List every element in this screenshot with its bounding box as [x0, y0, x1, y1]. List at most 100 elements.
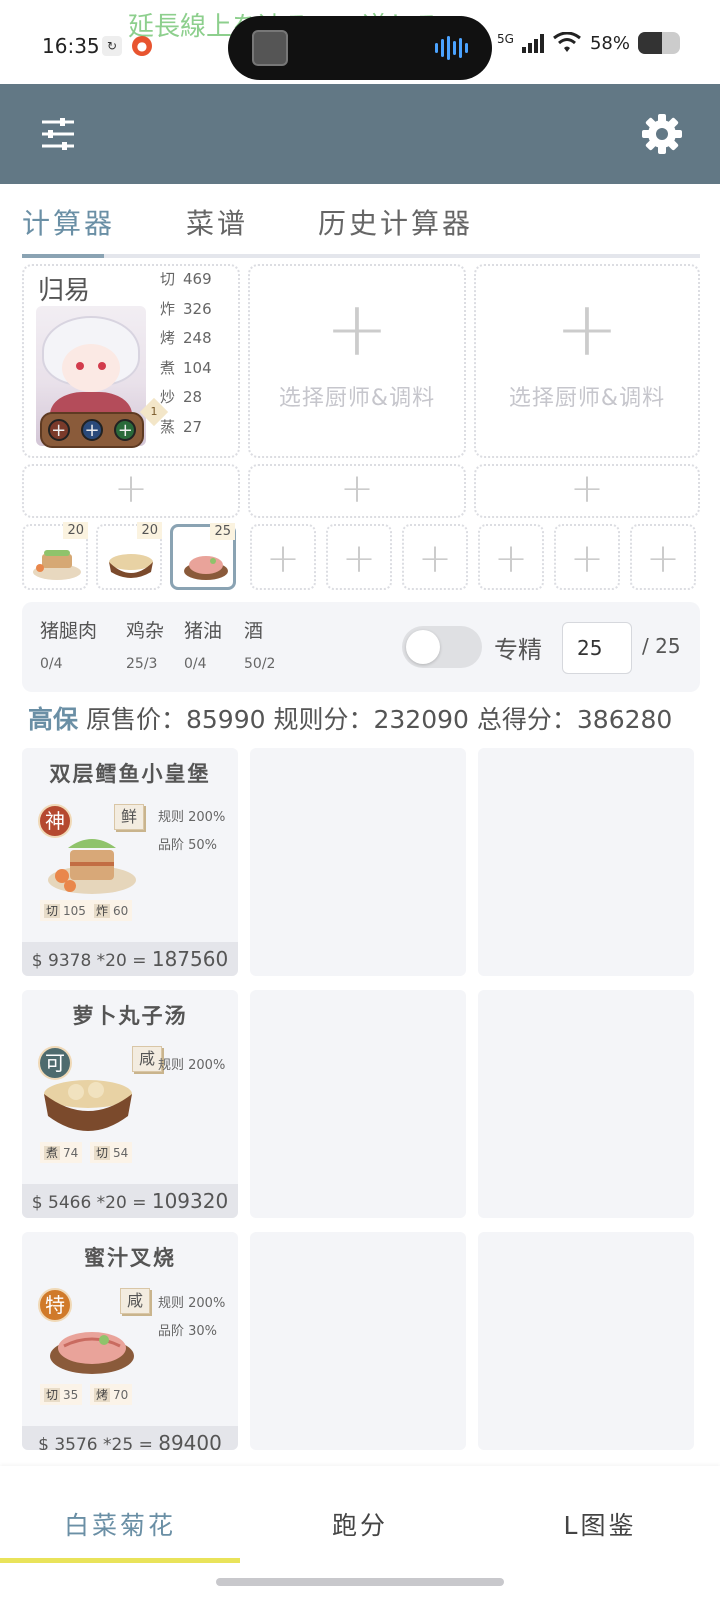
material-value: 0/4	[40, 656, 63, 672]
char-siu-dish-icon	[184, 556, 228, 580]
recipe-card[interactable]: 双层鳕鱼小皇堡 神 鲜 规则 200% 品阶 50% 切 105 炸 60 $ 93…	[22, 748, 238, 976]
nav-score-run[interactable]: 跑分	[240, 1506, 480, 1542]
flavor-tag: 咸	[120, 1288, 150, 1314]
battery-percent: 58%	[589, 32, 630, 54]
burger-dish-icon	[48, 839, 136, 894]
chef-card[interactable]: 归易 + + + 1 切 469 炸 326 烤 248 煮 104 炒 28 蒸 27	[22, 264, 240, 458]
plus-icon: +	[340, 466, 374, 512]
skill-roast: 烤 248	[160, 329, 212, 348]
skill-fry: 炸 326	[160, 299, 212, 318]
wifi-icon	[553, 32, 581, 52]
chef-card-empty[interactable]: + 选择厨师&调料	[474, 264, 700, 458]
rule-score-value: 232090	[373, 705, 469, 734]
equipment-slots[interactable]: + + +	[40, 412, 144, 448]
price-line: $ 9378 *20 = 187560	[22, 942, 238, 976]
skill-boil: 煮 104	[160, 358, 212, 377]
material-value: 25/3	[126, 656, 158, 672]
skill-tag: 煮 74	[40, 1142, 83, 1163]
dynamic-island[interactable]	[228, 16, 492, 80]
gear-icon[interactable]	[640, 112, 684, 156]
chef-card-empty[interactable]: + 选择厨师&调料	[248, 264, 466, 458]
add-equip-icon[interactable]: +	[114, 419, 137, 441]
add-equipment-row[interactable]: +	[22, 464, 240, 518]
specialty-max: / 25	[642, 634, 681, 658]
home-indicator[interactable]	[216, 1578, 504, 1586]
empty-recipe-slot[interactable]: +	[554, 524, 620, 590]
char-siu-dish-icon	[50, 1332, 134, 1374]
plus-icon: +	[646, 536, 680, 582]
empty-recipe-card[interactable]	[250, 1232, 466, 1450]
recipe-title: 蜜汁叉烧	[84, 1246, 176, 1270]
app-bar	[0, 84, 720, 184]
tab-calculator[interactable]: 计算器	[22, 202, 115, 242]
empty-recipe-card[interactable]	[478, 748, 694, 976]
total-score-label: 总得分：	[476, 705, 577, 734]
plus-icon: +	[266, 536, 300, 582]
rule-bonus: 规则 200%	[158, 810, 226, 825]
plus-icon: +	[570, 466, 604, 512]
empty-recipe-card[interactable]	[250, 990, 466, 1218]
material-name: 猪腿肉	[40, 620, 98, 642]
bottom-nav: 白菜菊花 跑分 L图鉴	[0, 1466, 720, 1600]
battery-icon	[638, 32, 680, 54]
plus-icon: +	[114, 466, 148, 512]
skill-tag: 切 35	[40, 1384, 83, 1405]
add-equip-icon[interactable]: +	[47, 419, 70, 441]
skill-steam: 蒸 27	[160, 417, 203, 436]
empty-recipe-slot[interactable]: +	[478, 524, 544, 590]
material-name: 猪油	[184, 620, 223, 642]
empty-recipe-slot[interactable]: +	[630, 524, 696, 590]
plus-icon: +	[418, 536, 452, 582]
recipe-card[interactable]: 萝卜丸子汤 可 咸 规则 200% 煮 74 切 54 $ 5466 *20 = 1…	[22, 990, 238, 1218]
material-name: 鸡杂	[126, 620, 165, 642]
rule-score-label: 规则分：	[273, 705, 374, 734]
tab-indicator	[22, 254, 104, 258]
sliders-icon[interactable]	[38, 114, 78, 154]
add-equip-icon[interactable]: +	[80, 419, 103, 441]
recipe-count: 20	[63, 522, 88, 539]
skill-cut: 切 469	[160, 270, 212, 288]
material-value: 50/2	[244, 656, 276, 672]
add-equipment-row[interactable]: +	[248, 464, 466, 518]
nav-active-indicator	[0, 1558, 240, 1563]
add-equipment-row[interactable]: +	[474, 464, 700, 518]
skill-tag: 炸 60	[90, 900, 133, 921]
add-chef-icon: +	[555, 284, 619, 373]
nav-encyclopedia[interactable]: L图鉴	[480, 1506, 720, 1542]
specialty-input[interactable]: 25	[562, 622, 632, 674]
orig-price-label: 原售价：	[85, 705, 186, 734]
burger-dish-icon	[33, 550, 81, 580]
album-thumbnail	[252, 30, 288, 66]
recipe-card[interactable]: 蜜汁叉烧 特 咸 规则 200% 品阶 30% 切 35 烤 70 $ 3576 *…	[22, 1232, 238, 1450]
chef-skills: 切 469 炸 326 烤 248 煮 104 炒 28 蒸 27	[160, 268, 232, 446]
recipe-slot[interactable]: 20	[96, 522, 162, 590]
network-type: 5G	[497, 32, 514, 46]
grade-bonus: 品阶 30%	[158, 1324, 218, 1339]
material-value: 0/4	[184, 656, 207, 672]
materials-bar: 猪腿肉 0/4 鸡杂 25/3 猪油 0/4 酒 50/2 专精 25 / 25	[22, 602, 700, 692]
empty-recipe-slot[interactable]: +	[250, 524, 316, 590]
empty-recipe-card[interactable]	[250, 748, 466, 976]
specialty-toggle[interactable]	[402, 626, 482, 668]
soup-dish-icon	[109, 554, 153, 578]
nav-baicai-juhua[interactable]: 白菜菊花	[0, 1506, 240, 1542]
chef-name: 归易	[38, 276, 91, 306]
rule-bonus: 规则 200%	[158, 1058, 226, 1073]
empty-recipe-card[interactable]	[478, 1232, 694, 1450]
plus-icon: +	[570, 536, 604, 582]
tab-recipes[interactable]: 菜谱	[186, 202, 248, 242]
recipe-count: 25	[210, 523, 235, 540]
tab-track	[22, 254, 700, 258]
recipe-slot-selected[interactable]: 25	[170, 523, 236, 590]
empty-recipe-card[interactable]	[478, 990, 694, 1218]
recipe-slot[interactable]: 20	[22, 522, 88, 590]
app-notification-icon: ↻	[102, 36, 122, 56]
orig-price-value: 85990	[185, 705, 266, 734]
recipe-count: 20	[137, 522, 162, 539]
tab-history-calculator[interactable]: 历史计算器	[318, 202, 473, 242]
empty-recipe-slot[interactable]: +	[402, 524, 468, 590]
material-name: 酒	[244, 620, 264, 642]
clock: 16:35	[42, 34, 100, 58]
empty-recipe-slot[interactable]: +	[326, 524, 392, 590]
rule-bonus: 规则 200%	[158, 1296, 226, 1311]
